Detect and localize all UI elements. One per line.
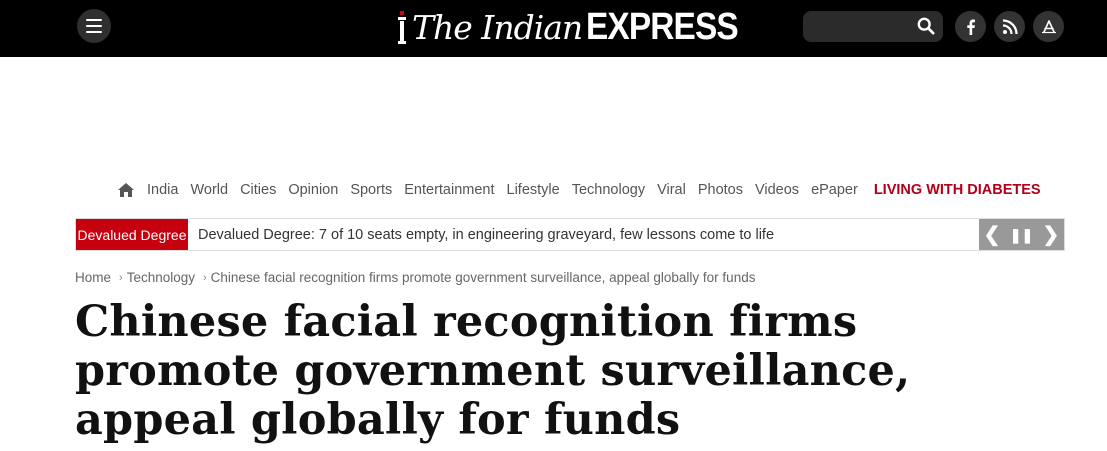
nav-item-sports[interactable]: Sports [350, 182, 392, 198]
breadcrumb: Home › Technology › Chinese facial recog… [75, 270, 755, 285]
home-icon[interactable] [117, 182, 135, 198]
ticker-label[interactable]: Devalued Degree [76, 219, 188, 250]
breadcrumb-current: Chinese facial recognition firms promote… [210, 270, 756, 285]
nav-item-entertainment[interactable]: Entertainment [404, 182, 494, 198]
app-store-button[interactable] [1033, 11, 1064, 42]
search-input[interactable] [803, 11, 943, 42]
menu-button[interactable] [77, 9, 111, 43]
menu-icon-line [86, 19, 102, 21]
ticker-prev-button[interactable]: ❮ [984, 225, 1001, 245]
rss-icon [1002, 18, 1018, 34]
top-bar: The Indian EXPRESS [0, 0, 1107, 57]
article-headline: Chinese facial recognition firms promote… [75, 297, 911, 445]
nav-item-lifestyle[interactable]: Lifestyle [507, 182, 560, 198]
menu-icon-line [86, 25, 102, 27]
breadcrumb-separator-icon: › [119, 271, 123, 284]
ticker-next-button[interactable]: ❯ [1043, 225, 1060, 245]
nav-item-india[interactable]: India [147, 182, 178, 198]
nav-item-viral[interactable]: Viral [657, 182, 686, 198]
rss-button[interactable] [994, 11, 1025, 42]
menu-icon-line [86, 31, 102, 33]
nav-item-living-with-diabetes[interactable]: LIVING WITH DIABETES [874, 182, 1041, 198]
breadcrumb-separator-icon: › [203, 271, 207, 284]
nav-item-technology[interactable]: Technology [572, 182, 645, 198]
facebook-icon [966, 19, 975, 35]
logo-mark-icon [398, 11, 406, 44]
breadcrumb-home[interactable]: Home [75, 270, 111, 285]
nav-item-world[interactable]: World [190, 182, 228, 198]
ticker-headline-link[interactable]: Devalued Degree: 7 of 10 seats empty, in… [198, 219, 774, 250]
site-logo[interactable]: The Indian EXPRESS [396, 5, 759, 49]
search-icon[interactable] [917, 17, 935, 35]
nav-item-opinion[interactable]: Opinion [288, 182, 338, 198]
logo-text-the-indian: The Indian [412, 7, 583, 47]
main-nav: India World Cities Opinion Sports Entert… [117, 180, 1053, 200]
nav-item-epaper[interactable]: ePaper [811, 182, 858, 198]
ticker-pause-button[interactable]: ❚❚ [1010, 228, 1033, 242]
ticker-controls: ❮ ❚❚ ❯ [979, 219, 1064, 250]
nav-item-photos[interactable]: Photos [698, 182, 743, 198]
app-store-icon [1041, 19, 1056, 33]
facebook-button[interactable] [955, 11, 986, 42]
nav-item-cities[interactable]: Cities [240, 182, 276, 198]
news-ticker: Devalued Degree Devalued Degree: 7 of 10… [75, 218, 1065, 251]
nav-item-videos[interactable]: Videos [755, 182, 799, 198]
logo-text-express: EXPRESS [586, 5, 739, 48]
breadcrumb-technology[interactable]: Technology [127, 270, 195, 285]
